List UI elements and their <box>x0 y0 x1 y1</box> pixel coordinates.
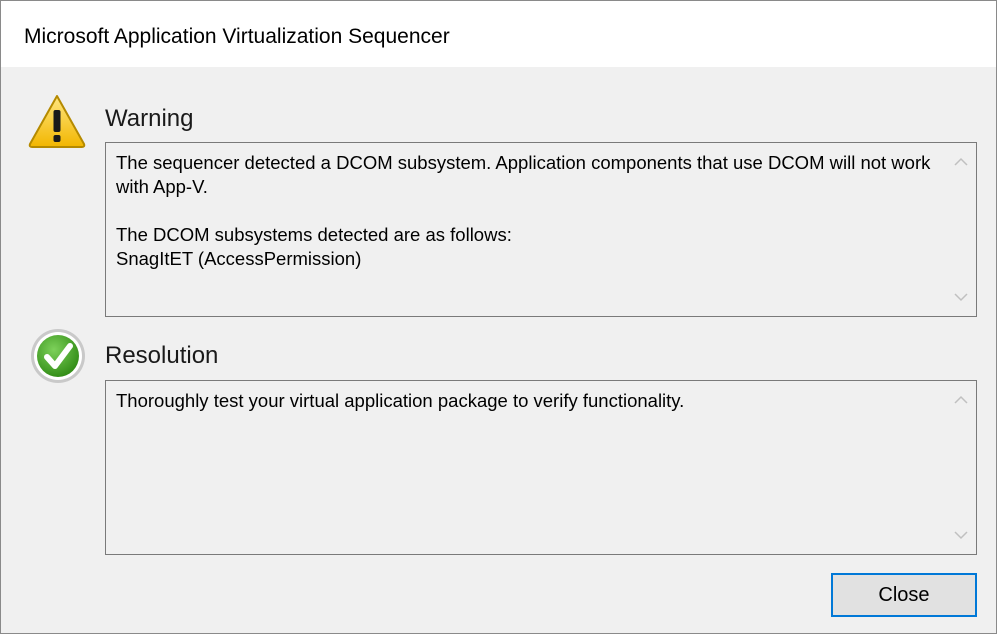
resolution-scrollbar[interactable] <box>946 381 976 554</box>
scroll-down-arrow-icon[interactable] <box>954 292 968 302</box>
warning-message-text: The sequencer detected a DCOM subsystem.… <box>116 152 931 269</box>
window-title: Microsoft Application Virtualization Seq… <box>24 25 450 48</box>
checkmark-circle-icon <box>29 327 87 385</box>
resolution-message-box[interactable]: Thoroughly test your virtual application… <box>105 380 977 555</box>
warning-message-box[interactable]: The sequencer detected a DCOM subsystem.… <box>105 142 977 317</box>
scroll-up-arrow-icon[interactable] <box>954 157 968 167</box>
warning-scrollbar[interactable] <box>946 143 976 316</box>
dialog-window: Microsoft Application Virtualization Seq… <box>0 0 997 634</box>
close-button[interactable]: Close <box>831 573 977 617</box>
scroll-down-arrow-icon[interactable] <box>954 530 968 540</box>
resolution-message-text: Thoroughly test your virtual application… <box>116 390 685 411</box>
warning-triangle-icon <box>27 93 87 149</box>
scroll-up-arrow-icon[interactable] <box>954 395 968 405</box>
resolution-heading: Resolution <box>105 342 219 369</box>
title-bar[interactable]: Microsoft Application Virtualization Seq… <box>1 1 996 67</box>
warning-heading: Warning <box>105 105 194 132</box>
